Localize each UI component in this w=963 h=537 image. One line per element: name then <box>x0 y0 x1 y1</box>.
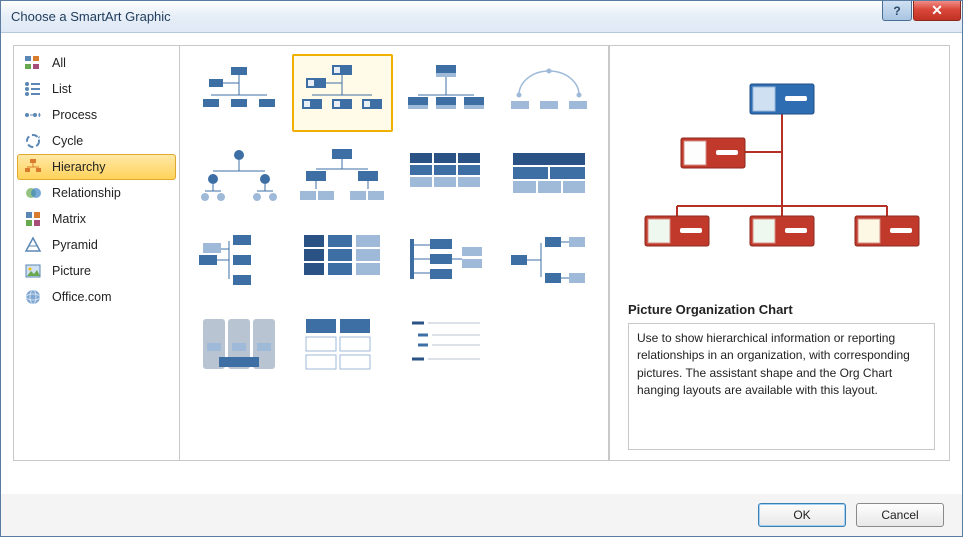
gallery-thumb-horizontal-hierarchy[interactable] <box>395 222 497 300</box>
relationship-icon <box>24 184 42 202</box>
close-button[interactable]: ✕ <box>913 1 961 21</box>
preview-description: Use to show hierarchical information or … <box>628 323 935 450</box>
smartart-dialog: Choose a SmartArt Graphic ? ✕ All List P… <box>0 0 963 537</box>
cancel-button[interactable]: Cancel <box>856 503 944 527</box>
sidebar-item-matrix[interactable]: Matrix <box>14 206 179 232</box>
gallery-thumb-name-title-org-chart[interactable] <box>395 54 497 132</box>
process-icon <box>24 106 42 124</box>
sidebar-item-pyramid[interactable]: Pyramid <box>14 232 179 258</box>
titlebar: Choose a SmartArt Graphic ? ✕ <box>1 1 962 33</box>
gallery-thumb-lined-list[interactable] <box>188 306 290 384</box>
sidebar-item-process[interactable]: Process <box>14 102 179 128</box>
sidebar-item-cycle[interactable]: Cycle <box>14 128 179 154</box>
gallery-thumb-hierarchy[interactable] <box>292 138 394 216</box>
gallery-thumb-horizontal-org-chart[interactable] <box>188 222 290 300</box>
gallery-thumb-hierarchy-list[interactable] <box>395 306 497 384</box>
gallery-thumb-circle-picture-hierarchy[interactable] <box>188 138 290 216</box>
matrix-icon <box>24 210 42 228</box>
all-icon <box>24 54 42 72</box>
sidebar-item-label: Matrix <box>52 212 86 226</box>
sidebar-item-office-com[interactable]: Office.com <box>14 284 179 310</box>
ok-button[interactable]: OK <box>758 503 846 527</box>
sidebar-item-label: All <box>52 56 66 70</box>
window-title: Choose a SmartArt Graphic <box>11 9 171 24</box>
gallery-thumb-table-hierarchy[interactable] <box>499 138 601 216</box>
gallery-thumb-picture-org-chart[interactable] <box>292 54 394 132</box>
preview-image <box>628 56 935 286</box>
help-button[interactable]: ? <box>882 1 912 21</box>
cycle-icon <box>24 132 42 150</box>
sidebar-item-hierarchy[interactable]: Hierarchy <box>17 154 176 180</box>
sidebar-item-label: Cycle <box>52 134 83 148</box>
layout-gallery <box>179 45 609 461</box>
sidebar-item-list[interactable]: List <box>14 76 179 102</box>
preview-title: Picture Organization Chart <box>628 302 935 317</box>
preview-pane: Picture Organization Chart Use to show h… <box>609 45 950 461</box>
help-icon: ? <box>893 4 900 18</box>
gallery-thumb-labeled-hierarchy[interactable] <box>395 138 497 216</box>
gallery-thumb-org-chart[interactable] <box>188 54 290 132</box>
sidebar-item-label: Process <box>52 108 97 122</box>
sidebar-item-label: Hierarchy <box>52 160 106 174</box>
office-icon <box>24 288 42 306</box>
sidebar-item-label: List <box>52 82 71 96</box>
window-buttons: ? ✕ <box>882 1 962 21</box>
sidebar-item-relationship[interactable]: Relationship <box>14 180 179 206</box>
category-sidebar: All List Process Cycle Hierarchy Relatio… <box>13 45 179 461</box>
gallery-thumb-horizontal-labeled[interactable] <box>499 222 601 300</box>
gallery-thumb-architecture-layout[interactable] <box>292 306 394 384</box>
dialog-footer: OK Cancel <box>1 494 962 536</box>
sidebar-item-label: Relationship <box>52 186 121 200</box>
picture-icon <box>24 262 42 280</box>
gallery-thumb-half-circle-org-chart[interactable] <box>499 54 601 132</box>
sidebar-item-label: Office.com <box>52 290 112 304</box>
sidebar-item-picture[interactable]: Picture <box>14 258 179 284</box>
pyramid-icon <box>24 236 42 254</box>
sidebar-item-label: Picture <box>52 264 91 278</box>
close-icon: ✕ <box>931 2 943 19</box>
sidebar-item-label: Pyramid <box>52 238 98 252</box>
gallery-thumb-horizontal-multi-level[interactable] <box>292 222 394 300</box>
list-icon <box>24 80 42 98</box>
sidebar-item-all[interactable]: All <box>14 50 179 76</box>
hierarchy-icon <box>24 158 42 176</box>
dialog-content: All List Process Cycle Hierarchy Relatio… <box>1 33 962 494</box>
